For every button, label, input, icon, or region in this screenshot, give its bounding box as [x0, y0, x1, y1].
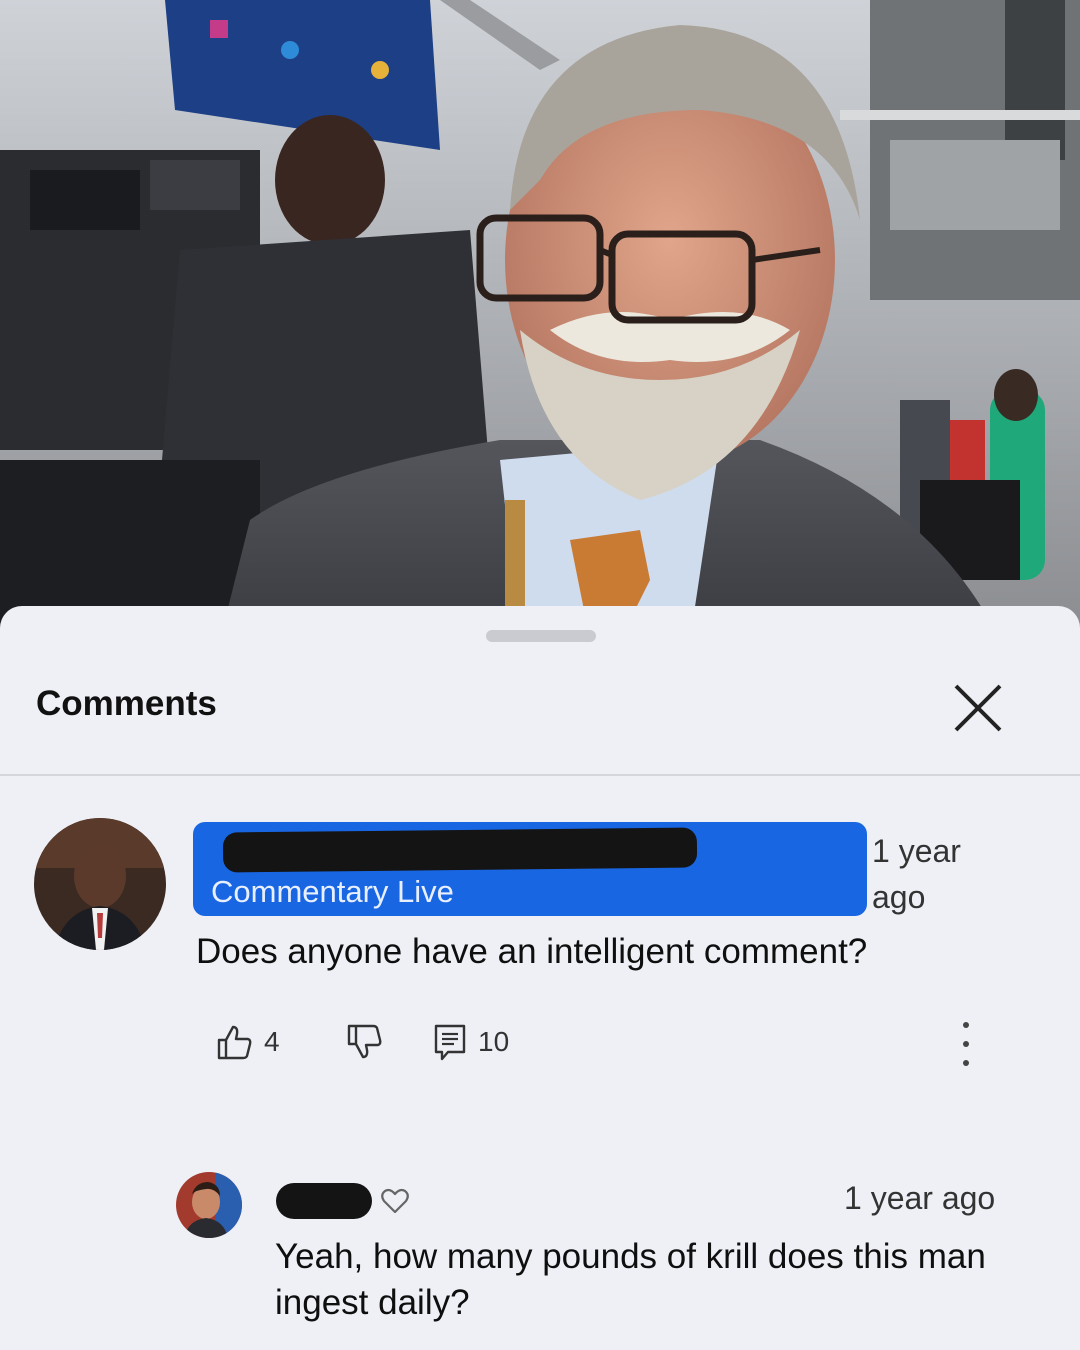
reply-button[interactable]: 10	[432, 1020, 509, 1064]
user-avatar-image	[34, 818, 166, 950]
reply-icon	[434, 1024, 466, 1061]
comments-title: Comments	[36, 684, 217, 723]
more-dot	[963, 1041, 969, 1047]
header-divider	[0, 774, 1080, 776]
comment-timestamp: 1 year ago	[872, 833, 961, 915]
like-button[interactable]: 4	[214, 1020, 280, 1064]
reply-count: 10	[478, 1026, 510, 1057]
author-highlight[interactable]: Commentary Live	[193, 822, 867, 916]
reply-user-avatar-image	[176, 1172, 242, 1238]
like-count: 4	[264, 1026, 280, 1057]
more-vert-icon[interactable]	[954, 1022, 978, 1066]
redacted-author-name	[222, 827, 698, 873]
video-player[interactable]	[0, 0, 1080, 640]
reply-text: Yeah, how many pounds of krill does this…	[275, 1237, 986, 1322]
close-icon	[954, 684, 1002, 732]
reply-timestamp: 1 year ago	[844, 1180, 996, 1216]
channel-name: Commentary Live	[211, 874, 454, 909]
avatar[interactable]	[34, 818, 166, 950]
comment-text: Does anyone have an intelligent comment?	[196, 932, 868, 971]
more-dot	[963, 1022, 969, 1028]
video-frame-image	[0, 0, 1080, 640]
more-dot	[963, 1060, 969, 1066]
thumbs-up-icon	[217, 1025, 252, 1060]
drag-handle[interactable]	[486, 630, 596, 642]
comments-sheet: Comments Commentary Live 1 year ago Does…	[0, 606, 1080, 1350]
heart-icon[interactable]	[380, 1186, 410, 1216]
thumbs-down-icon	[347, 1024, 382, 1059]
reply-avatar[interactable]	[176, 1172, 242, 1238]
redacted-reply-author	[276, 1183, 372, 1219]
dislike-button[interactable]	[344, 1020, 384, 1064]
close-button[interactable]	[948, 678, 1008, 738]
